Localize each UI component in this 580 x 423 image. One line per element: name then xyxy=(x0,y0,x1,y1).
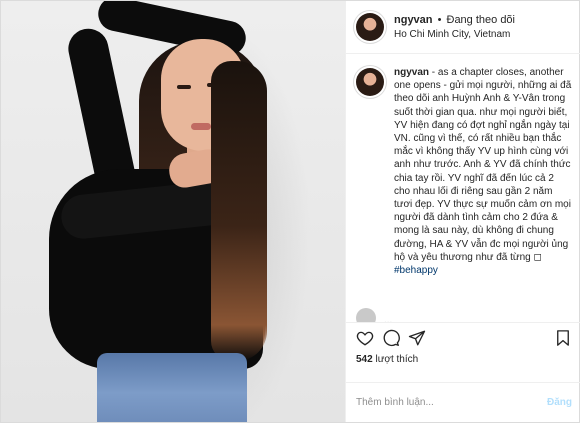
caption-avatar[interactable] xyxy=(356,68,384,96)
photo-lips xyxy=(191,123,211,130)
username-link[interactable]: ngyvan xyxy=(394,14,433,26)
location-link[interactable]: Ho Chi Minh City, Vietnam xyxy=(394,28,515,41)
following-button[interactable]: Đang theo dõi xyxy=(447,14,516,26)
paper-plane-icon[interactable] xyxy=(408,329,426,347)
hashtag-link[interactable]: #behappy xyxy=(394,265,438,276)
post-side-panel: ngyvan • Đang theo dõi Ho Chi Minh City,… xyxy=(345,1,580,422)
post-comment-button[interactable]: Đăng xyxy=(547,397,572,408)
header-line: ngyvan • Đang theo dõi xyxy=(394,13,515,27)
comment-input[interactable] xyxy=(356,397,547,408)
add-comment-bar: Đăng xyxy=(346,382,580,422)
photo-eye-left xyxy=(177,85,191,89)
comments-section[interactable]: ngyvan - as a chapter closes, another on… xyxy=(346,54,580,322)
avatar[interactable] xyxy=(356,13,384,41)
bookmark-icon[interactable] xyxy=(554,329,572,347)
instagram-post: ngyvan • Đang theo dõi Ho Chi Minh City,… xyxy=(0,0,580,423)
post-photo[interactable] xyxy=(1,1,345,422)
action-bar xyxy=(346,322,580,352)
header-text: ngyvan • Đang theo dõi Ho Chi Minh City,… xyxy=(394,13,515,40)
photo-jeans xyxy=(97,353,247,422)
likes-label: lượt thích xyxy=(375,354,419,365)
caption-row: ngyvan - as a chapter closes, another on… xyxy=(356,66,572,277)
next-comment-preview: ... xyxy=(384,315,393,322)
caption-body: - as a chapter closes, another one opens… xyxy=(394,67,572,263)
likes-number: 542 xyxy=(356,354,373,365)
caption-text: ngyvan - as a chapter closes, another on… xyxy=(394,66,572,277)
heart-icon[interactable] xyxy=(356,329,374,347)
likes-count[interactable]: 542 lượt thích xyxy=(346,352,580,370)
caption-username[interactable]: ngyvan xyxy=(394,67,429,78)
post-header: ngyvan • Đang theo dõi Ho Chi Minh City,… xyxy=(346,1,580,54)
photo-hair-front xyxy=(211,61,267,361)
comment-icon[interactable] xyxy=(382,329,400,347)
next-comment-avatar[interactable] xyxy=(356,308,376,322)
separator-dot: • xyxy=(437,14,442,27)
